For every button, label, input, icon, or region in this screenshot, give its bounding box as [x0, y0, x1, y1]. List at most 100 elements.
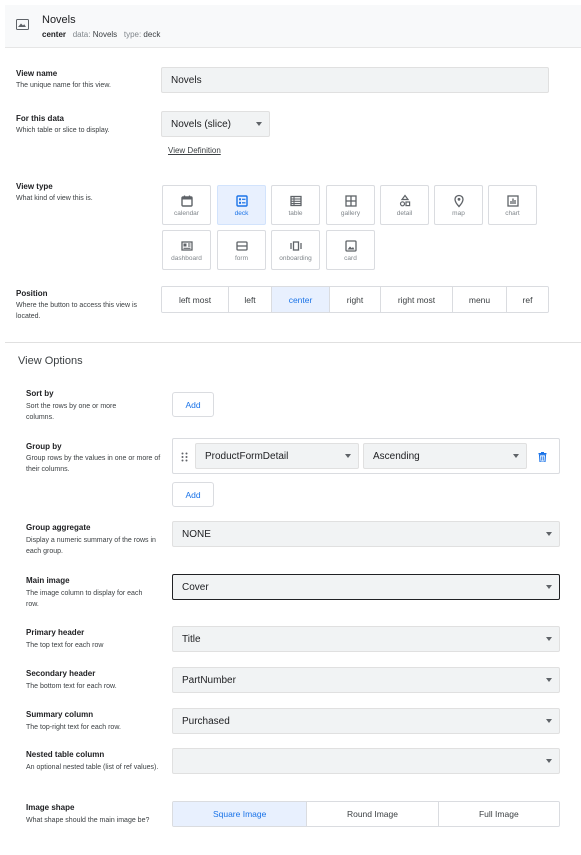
view-type-desc: What kind of view this is.: [16, 195, 93, 202]
secondary-header-value: PartNumber: [182, 674, 236, 686]
position-badge: center: [42, 30, 67, 39]
drag-handle-icon[interactable]: [181, 452, 188, 462]
view-type-gallery[interactable]: gallery: [326, 185, 375, 225]
chevron-down-icon: [546, 678, 552, 682]
group-order-value: Ascending: [373, 450, 420, 462]
primary-header-desc: The top text for each row: [26, 642, 104, 649]
chevron-down-icon: [513, 454, 519, 458]
view-type-label: View type: [16, 182, 53, 191]
image-shape-square[interactable]: Square Image: [173, 802, 308, 826]
chevron-down-icon: [546, 532, 552, 536]
view-type-table[interactable]: table: [271, 185, 320, 225]
secondary-header-select[interactable]: PartNumber: [172, 667, 560, 693]
view-type-table-label: table: [288, 210, 303, 217]
view-title: Novels: [42, 14, 76, 26]
deck-icon: [236, 195, 248, 207]
group-aggregate-label: Group aggregate: [26, 523, 91, 532]
trash-icon[interactable]: [538, 452, 547, 462]
for-this-data-label: For this data: [16, 114, 65, 123]
group-aggregate-desc: Display a numeric summary of the rows in…: [26, 537, 156, 555]
chevron-down-icon: [546, 719, 552, 723]
image-shape-round[interactable]: Round Image: [307, 802, 439, 826]
view-type-form-label: form: [235, 255, 248, 262]
view-type-dashboard[interactable]: dashboard: [162, 230, 211, 270]
group-add-button[interactable]: Add: [172, 482, 214, 507]
shapes-icon: [399, 194, 411, 207]
position-selector: left most left center right right most m…: [161, 286, 549, 313]
position-right-most[interactable]: right most: [381, 287, 453, 312]
position-ref[interactable]: ref: [507, 287, 548, 312]
section-divider: [5, 342, 581, 343]
group-by-row: ProductFormDetail Ascending: [172, 438, 560, 474]
position-menu[interactable]: menu: [453, 287, 507, 312]
image-shape-selector: Square Image Round Image Full Image: [172, 801, 560, 827]
position-desc: Where the button to access this view is …: [16, 302, 137, 320]
view-type-map[interactable]: map: [434, 185, 483, 225]
group-by-label: Group by: [26, 442, 62, 451]
view-type-chart-label: chart: [505, 210, 520, 217]
view-definition-link[interactable]: View Definition: [168, 146, 221, 155]
data-source-value: Novels (slice): [171, 118, 232, 130]
for-this-data-desc: Which table or slice to display.: [16, 127, 110, 134]
view-meta: center data: Novels type: deck: [42, 30, 160, 39]
secondary-header-label: Secondary header: [26, 669, 96, 678]
sort-add-button[interactable]: Add: [172, 392, 214, 417]
view-header: Novels center data: Novels type: deck: [5, 5, 581, 48]
view-type-deck[interactable]: deck: [217, 185, 266, 225]
table-icon: [290, 195, 302, 207]
form-icon: [236, 241, 248, 251]
main-image-value: Cover: [182, 581, 209, 593]
chevron-down-icon: [546, 759, 552, 763]
data-source-select[interactable]: Novels (slice): [161, 111, 270, 137]
view-type-dashboard-label: dashboard: [171, 255, 202, 262]
image-shape-label: Image shape: [26, 803, 75, 812]
primary-header-select[interactable]: Title: [172, 626, 560, 652]
group-column-value: ProductFormDetail: [205, 450, 289, 462]
primary-header-value: Title: [182, 633, 201, 645]
view-type-calendar-label: calendar: [174, 210, 199, 217]
view-type-detail-label: detail: [396, 210, 413, 217]
main-image-select[interactable]: Cover: [172, 574, 560, 600]
main-image-label: Main image: [26, 576, 70, 585]
group-aggregate-value: NONE: [182, 528, 211, 540]
image-icon: [16, 19, 29, 30]
nested-table-label: Nested table column: [26, 750, 105, 759]
view-name-input[interactable]: Novels: [161, 67, 549, 93]
image-shape-full[interactable]: Full Image: [438, 802, 559, 826]
view-type-calendar[interactable]: calendar: [162, 185, 211, 225]
onboarding-icon: [290, 241, 302, 251]
primary-header-label: Primary header: [26, 628, 85, 637]
nested-table-select[interactable]: [172, 748, 560, 774]
view-name-label: View name: [16, 69, 58, 78]
position-left[interactable]: left: [229, 287, 272, 312]
dashboard-icon: [181, 241, 193, 251]
summary-column-select[interactable]: Purchased: [172, 708, 560, 734]
sort-by-label: Sort by: [26, 389, 54, 398]
image-shape-desc: What shape should the main image be?: [26, 817, 150, 824]
sort-by-desc: Sort the rows by one or more columns.: [26, 403, 117, 421]
position-right[interactable]: right: [330, 287, 381, 312]
map-pin-icon: [454, 194, 464, 208]
view-type-chart[interactable]: chart: [488, 185, 537, 225]
group-order-select[interactable]: Ascending: [363, 443, 527, 469]
position-left-most[interactable]: left most: [162, 287, 229, 312]
view-type-card[interactable]: card: [326, 230, 375, 270]
group-column-select[interactable]: ProductFormDetail: [195, 443, 359, 469]
view-type-detail[interactable]: detail: [380, 185, 429, 225]
gallery-icon: [345, 195, 357, 207]
view-type-form[interactable]: form: [217, 230, 266, 270]
position-label: Position: [16, 289, 48, 298]
chevron-down-icon: [546, 585, 552, 589]
chevron-down-icon: [256, 122, 262, 126]
summary-column-desc: The top-right text for each row.: [26, 724, 121, 731]
type-key: type:: [123, 30, 142, 39]
main-image-desc: The image column to display for each row…: [26, 590, 143, 608]
view-type-onboarding[interactable]: onboarding: [271, 230, 320, 270]
group-aggregate-select[interactable]: NONE: [172, 521, 560, 547]
view-type-map-label: map: [452, 210, 465, 217]
view-type-onboarding-label: onboarding: [279, 255, 312, 262]
position-center[interactable]: center: [272, 287, 330, 312]
calendar-icon: [181, 195, 193, 207]
nested-table-desc: An optional nested table (list of ref va…: [26, 764, 159, 771]
summary-column-value: Purchased: [182, 715, 230, 727]
